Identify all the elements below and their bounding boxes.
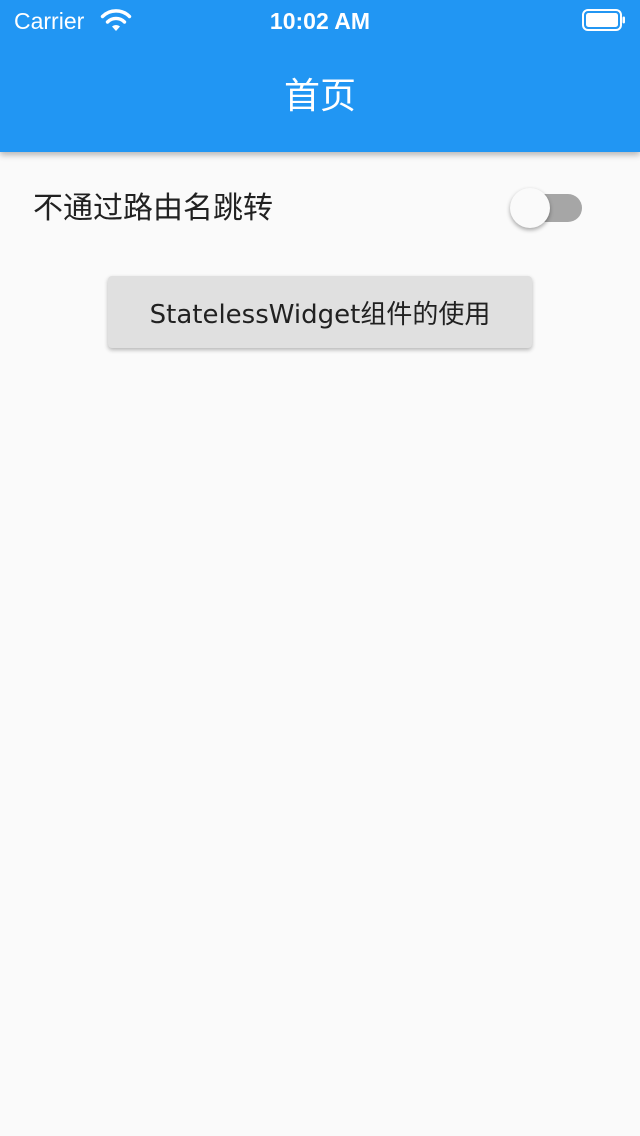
status-bar: Carrier 10:02 AM [0,0,640,40]
route-toggle-label: 不通过路由名跳转 [33,191,273,226]
switch-thumb [510,188,550,228]
stateless-widget-button[interactable]: StatelessWidget组件的使用 [108,276,532,348]
app-screen: Carrier 10:02 AM 首页 不通过路由名跳转 StatelessWi… [0,0,640,1136]
page-title: 首页 [283,76,356,117]
battery-icon [582,9,625,31]
app-bar: Carrier 10:02 AM 首页 [0,0,640,152]
route-toggle-switch[interactable] [508,186,586,230]
status-time: 10:02 AM [269,8,371,34]
route-toggle-row: 不通过路由名跳转 [0,168,640,250]
